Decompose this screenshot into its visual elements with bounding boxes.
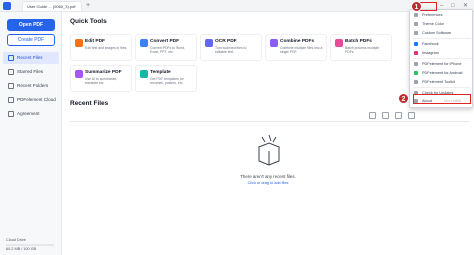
tool-description: Edit text and images in files. bbox=[85, 46, 128, 50]
sidebar-item-label: Recent Files bbox=[17, 55, 43, 60]
app-logo-icon bbox=[3, 2, 11, 10]
android-icon bbox=[414, 71, 418, 75]
sidebar-item-label: PDFelement Cloud bbox=[17, 97, 56, 102]
step-badge-2: 2 bbox=[398, 93, 409, 104]
palette-icon bbox=[414, 22, 418, 26]
tool-title: Edit PDF bbox=[85, 39, 105, 44]
menu-item-label: Custom Software bbox=[422, 31, 452, 35]
sidebar-item-recent-files[interactable]: Recent Files bbox=[3, 52, 59, 64]
menu-item-toolkit[interactable]: PDFelement Toolkit bbox=[410, 78, 474, 86]
recent-files-title: Recent Files bbox=[70, 100, 109, 107]
tool-description: Combine multiple files into a single PDF… bbox=[280, 46, 323, 54]
step-badge-1: 1 bbox=[411, 1, 422, 12]
cloud-icon bbox=[8, 97, 14, 103]
cloud-drive-status[interactable]: Cloud Drive 60.2 MB / 100 GB bbox=[6, 238, 58, 252]
clock-icon bbox=[8, 55, 14, 61]
menu-item-preferences[interactable]: Preferences bbox=[410, 11, 474, 19]
menu-item-label: Preferences bbox=[422, 13, 443, 17]
empty-box-icon bbox=[257, 134, 281, 166]
document-tab[interactable]: User Guide ... (0060_3).pdf bbox=[22, 1, 82, 11]
folder-icon bbox=[8, 83, 14, 89]
tool-title: Convert PDF bbox=[150, 39, 180, 44]
tool-card-summarize-pdf[interactable]: Summarize PDF Use AI to summarize, trans… bbox=[70, 65, 132, 92]
cloud-usage-bar bbox=[6, 244, 54, 246]
sort-icon[interactable] bbox=[408, 112, 415, 119]
menu-item-instagram[interactable]: Instagram bbox=[410, 49, 474, 57]
sidebar-item-label: Recent Folders bbox=[17, 83, 49, 88]
divider bbox=[70, 121, 470, 122]
tool-card-batch-pdfs[interactable]: Batch PDFs Batch process multiple PDFs. bbox=[330, 34, 392, 61]
tool-description: Batch process multiple PDFs. bbox=[345, 46, 380, 54]
instagram-icon bbox=[414, 51, 418, 55]
title-bar: User Guide ... (0060_3).pdf + – □ ✕ bbox=[0, 0, 474, 12]
star-icon bbox=[8, 69, 14, 75]
tool-card-template[interactable]: Template Get PDF templates for resumes, … bbox=[135, 65, 197, 92]
tool-card-combine-pdfs[interactable]: Combine PDFs Combine multiple files into… bbox=[265, 34, 327, 61]
new-tab-button[interactable]: + bbox=[86, 2, 90, 10]
quick-tools-title: Quick Tools bbox=[70, 18, 107, 25]
sidebar-item-recent-folders[interactable]: Recent Folders bbox=[3, 80, 59, 92]
tool-title: Summarize PDF bbox=[85, 70, 122, 75]
software-icon bbox=[414, 31, 418, 35]
cloud-usage-text: 60.2 MB / 100 GB bbox=[6, 247, 37, 251]
tool-description: Use AI to summarize, translate etc. bbox=[85, 77, 118, 85]
ai-summarize-icon bbox=[75, 70, 83, 78]
menu-button-highlight[interactable] bbox=[420, 2, 437, 11]
menu-item-custom-software[interactable]: Custom Software bbox=[410, 29, 474, 37]
menu-item-label: Instagram bbox=[422, 51, 439, 55]
menu-item-facebook[interactable]: Facebook bbox=[410, 40, 474, 48]
menu-item-label: PDFelement Toolkit bbox=[422, 80, 455, 84]
sidebar-item-agreement[interactable]: Agreement bbox=[3, 108, 59, 120]
search-icon[interactable] bbox=[369, 112, 376, 119]
tool-title: Combine PDFs bbox=[280, 39, 315, 44]
batch-icon bbox=[335, 39, 343, 47]
menu-item-iphone[interactable]: PDFelement for iPhone bbox=[410, 60, 474, 68]
toolkit-icon bbox=[414, 80, 418, 84]
tool-card-convert-pdf[interactable]: Convert PDF Convert PDFs to Word, Excel,… bbox=[135, 34, 197, 61]
combine-icon bbox=[270, 39, 278, 47]
create-pdf-button[interactable]: Create PDF bbox=[7, 34, 55, 46]
agreement-icon bbox=[8, 111, 14, 117]
menu-item-label: Theme Color bbox=[422, 22, 444, 26]
menu-item-label: PDFelement for Android bbox=[422, 71, 463, 75]
facebook-icon bbox=[414, 42, 418, 46]
open-pdf-button[interactable]: Open PDF bbox=[7, 19, 55, 31]
about-highlight bbox=[413, 94, 471, 104]
sidebar-item-pdfelement-cloud[interactable]: PDFelement Cloud bbox=[3, 94, 59, 106]
menu-separator bbox=[413, 58, 471, 59]
tool-description: Turn scanned files to editable text. bbox=[215, 46, 247, 54]
sidebar-item-starred-files[interactable]: Starred Files bbox=[3, 66, 59, 78]
settings-icon bbox=[414, 13, 418, 17]
cloud-drive-label: Cloud Drive bbox=[6, 238, 26, 242]
menu-item-label: Facebook bbox=[422, 42, 439, 46]
tool-card-ocr-pdf[interactable]: OCR PDF Turn scanned files to editable t… bbox=[200, 34, 262, 61]
sidebar-item-label: Agreement bbox=[17, 111, 40, 116]
list-view-icon[interactable] bbox=[395, 112, 402, 119]
menu-separator bbox=[413, 38, 471, 39]
tool-title: Template bbox=[150, 70, 171, 75]
ocr-icon bbox=[205, 39, 213, 47]
menu-item-android[interactable]: PDFelement for Android bbox=[410, 69, 474, 77]
tool-card-edit-pdf[interactable]: Edit PDF Edit text and images in files. bbox=[70, 34, 132, 61]
grid-view-icon[interactable] bbox=[382, 112, 389, 119]
add-files-link[interactable]: Click or drag to add files bbox=[62, 181, 474, 185]
menu-separator bbox=[413, 87, 471, 88]
menu-item-label: PDFelement for iPhone bbox=[422, 62, 462, 66]
phone-icon bbox=[414, 62, 418, 66]
tool-title: Batch PDFs bbox=[345, 39, 372, 44]
sidebar: Open PDF Create PDF Recent Files Starred… bbox=[0, 12, 62, 255]
tool-title: OCR PDF bbox=[215, 39, 237, 44]
menu-item-theme-color[interactable]: Theme Color bbox=[410, 20, 474, 28]
sidebar-item-label: Starred Files bbox=[17, 69, 44, 74]
convert-icon bbox=[140, 39, 148, 47]
edit-icon bbox=[75, 39, 83, 47]
tool-description: Get PDF templates for resumes, posters, … bbox=[150, 77, 184, 85]
template-icon bbox=[140, 70, 148, 78]
tool-description: Convert PDFs to Word, Excel, PPT, etc. bbox=[150, 46, 185, 54]
empty-state-message: There aren't any recent files. bbox=[240, 174, 296, 179]
